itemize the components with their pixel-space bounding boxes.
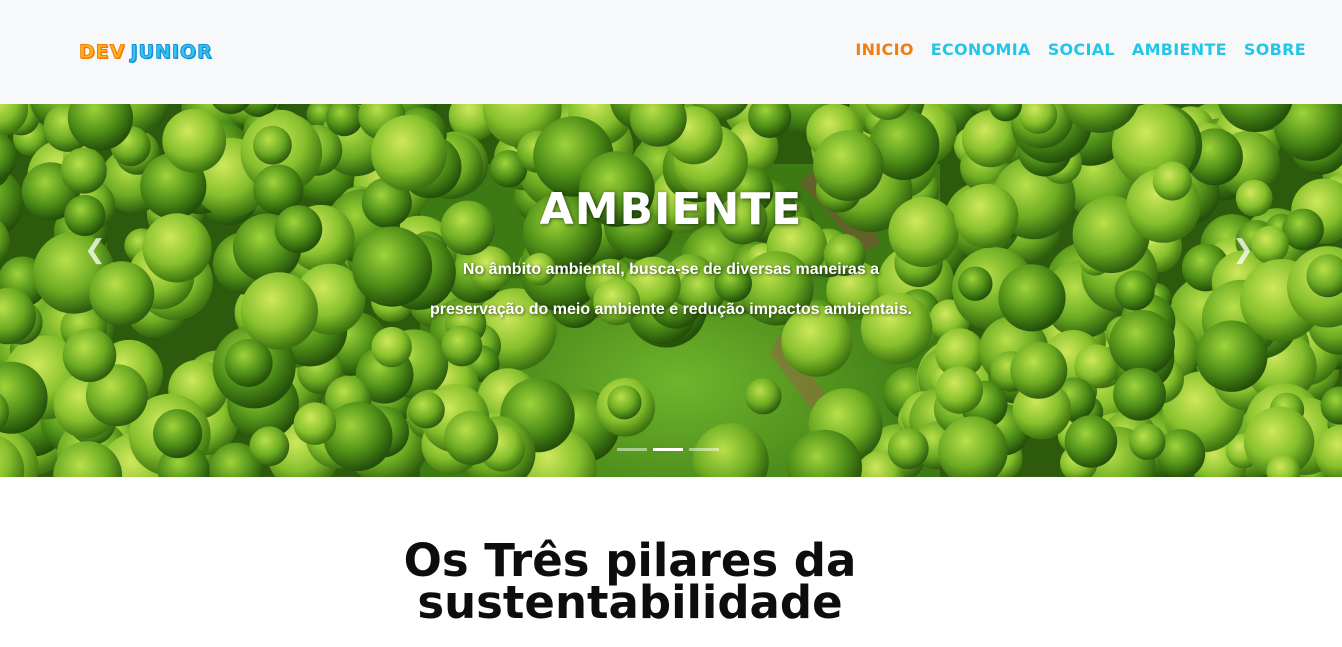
tree-crown	[441, 325, 483, 367]
tree-crown	[745, 378, 782, 415]
tree-crown	[249, 426, 290, 467]
carousel-text-line2: preservação do meio ambiente e redução i…	[430, 301, 912, 318]
carousel-text: No âmbito ambiental, busca-se de diversa…	[371, 250, 971, 330]
navbar: DEV JUNIOR INICIO ECONOMIA SOCIAL AMBIEN…	[0, 0, 1342, 104]
tree-crown	[371, 115, 447, 191]
tree-crown	[1064, 415, 1118, 468]
hero-carousel: AMBIENTE No âmbito ambiental, busca-se d…	[0, 104, 1342, 477]
tree-crown	[253, 125, 292, 165]
tree-crown	[62, 328, 117, 383]
nav-link-social[interactable]: SOCIAL	[1048, 40, 1115, 59]
carousel-text-line1: No âmbito ambiental, busca-se de diversa…	[462, 261, 880, 278]
tree-crown	[1010, 341, 1068, 399]
tree-crown	[935, 366, 983, 414]
tree-crown	[240, 272, 318, 350]
carousel-indicators	[617, 448, 719, 451]
logo[interactable]: DEV JUNIOR	[78, 38, 213, 66]
logo-junior-text: JUNIOR	[130, 41, 213, 64]
tree-crown	[153, 409, 203, 459]
carousel-next-button[interactable]: ❯	[1228, 234, 1258, 264]
tree-crown	[1109, 309, 1175, 376]
nav-links: INICIO ECONOMIA SOCIAL AMBIENTE SOBRE	[855, 40, 1306, 59]
tree-crown	[162, 108, 227, 173]
tree-crown	[407, 391, 445, 429]
tree-crown	[607, 385, 642, 420]
logo-dev-text: DEV	[78, 41, 126, 64]
carousel-title: AMBIENTE	[539, 184, 803, 235]
tree-crown	[89, 261, 155, 327]
tree-crown	[1113, 367, 1166, 421]
chevron-right-icon: ❯	[1232, 234, 1254, 264]
tree-crown	[323, 401, 393, 471]
section-title: Os Três pilares da sustentabilidade	[330, 538, 930, 625]
tree-crown	[998, 264, 1066, 332]
nav-link-economia[interactable]: ECONOMIA	[931, 40, 1031, 59]
tree-crown	[293, 402, 337, 446]
tree-crown	[224, 338, 273, 387]
section-title-line2: sustentabilidade	[417, 576, 843, 629]
tree-crown	[1129, 423, 1166, 460]
carousel-prev-button[interactable]: ❮	[80, 234, 110, 264]
nav-link-sobre[interactable]: SOBRE	[1244, 40, 1306, 59]
tree-crown	[371, 326, 412, 368]
nav-link-ambiente[interactable]: AMBIENTE	[1132, 40, 1227, 59]
chevron-left-icon: ❮	[84, 234, 106, 264]
nav-link-inicio[interactable]: INICIO	[855, 40, 913, 59]
tree-crown	[1114, 270, 1155, 311]
carousel-indicator-1[interactable]	[617, 448, 647, 451]
tree-crown	[887, 428, 929, 470]
tree-crown	[444, 410, 499, 465]
carousel-indicator-2[interactable]	[653, 448, 683, 451]
carousel-indicator-3[interactable]	[689, 448, 719, 451]
